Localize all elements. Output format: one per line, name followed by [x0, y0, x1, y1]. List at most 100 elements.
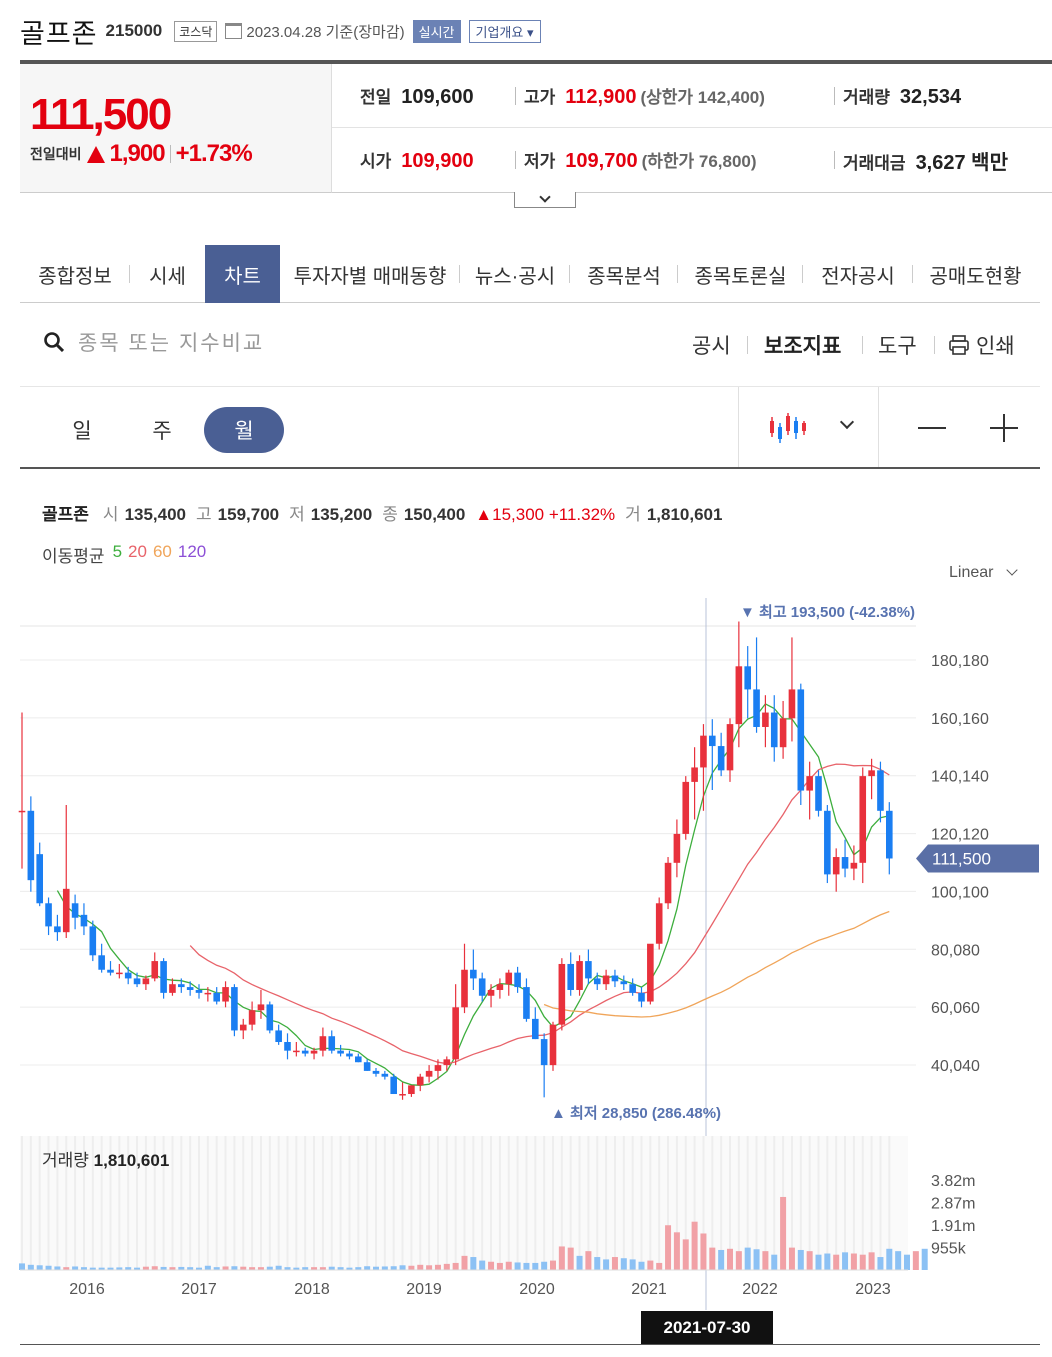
- candle-body: [700, 735, 707, 768]
- candle-body: [762, 712, 769, 727]
- volume-bar: [408, 1265, 415, 1270]
- volume-bar: [72, 1266, 79, 1270]
- candle-body: [355, 1056, 362, 1063]
- tab-4[interactable]: 뉴스·공시: [460, 245, 570, 303]
- tab-3[interactable]: 투자자별 매매동향: [280, 245, 460, 303]
- tab-2[interactable]: 차트: [205, 245, 280, 303]
- volume-bar: [541, 1261, 548, 1270]
- x-tick-label: 2019: [406, 1281, 442, 1298]
- ma60-legend[interactable]: 60: [153, 542, 172, 567]
- candle-body: [310, 1050, 318, 1054]
- volume-bar: [620, 1258, 627, 1270]
- candle-body: [248, 1010, 256, 1025]
- candle-body: [89, 926, 97, 956]
- period-button-0[interactable]: 일: [42, 407, 122, 453]
- change-amount: 1,900: [109, 140, 166, 167]
- candle-body: [434, 1065, 442, 1071]
- volume-bar: [452, 1262, 459, 1270]
- info-high-label: 고: [196, 505, 212, 524]
- search-icon[interactable]: [44, 332, 64, 352]
- volume-bar: [27, 1264, 34, 1270]
- candle-body: [478, 978, 486, 996]
- stat-open: 시가 109,900: [360, 147, 474, 173]
- y-tick-label: 160,160: [931, 711, 989, 728]
- zoom-out-icon[interactable]: [918, 427, 946, 429]
- volume-bar: [470, 1257, 477, 1270]
- volume-bar: [647, 1260, 654, 1270]
- candle-body: [886, 810, 893, 859]
- candlestick-icon[interactable]: [768, 411, 806, 445]
- volume-bar: [594, 1257, 601, 1270]
- tab-8[interactable]: 공매도현황: [913, 245, 1038, 303]
- candle-body: [98, 955, 105, 970]
- candle-body: [399, 1094, 406, 1096]
- volume-bar: [514, 1262, 521, 1270]
- compare-search-input[interactable]: [78, 327, 478, 361]
- period-button-2[interactable]: 월: [204, 407, 284, 453]
- candle-body: [124, 972, 132, 979]
- tab-7[interactable]: 전자공시: [803, 245, 913, 303]
- candle-body: [523, 987, 530, 1019]
- candle-body: [540, 1039, 548, 1066]
- candle-body: [549, 1024, 557, 1066]
- candle-body: [346, 1053, 353, 1057]
- stat-label: 거래량: [843, 87, 890, 107]
- stat-label: 시가: [360, 152, 392, 171]
- info-close: 150,400: [403, 505, 466, 524]
- candle-body: [664, 862, 672, 904]
- volume-bar: [895, 1251, 902, 1270]
- candle-body: [832, 857, 840, 875]
- candle-body: [45, 903, 52, 927]
- stats-row-1: 전일 109,600 고가 112,900 (상한가 142,400) 거래량 …: [332, 64, 1052, 128]
- tab-1[interactable]: 시세: [130, 245, 205, 303]
- tools-button[interactable]: 도구: [878, 330, 917, 360]
- chart-type-dropdown-icon[interactable]: [839, 414, 855, 430]
- volume-bar: [275, 1265, 282, 1270]
- candle-body: [461, 969, 468, 1008]
- volume-bar: [727, 1248, 733, 1270]
- stat-sub: (하한가 76,800): [641, 152, 757, 171]
- volume-tick-label: 1.91m: [931, 1218, 975, 1235]
- ma20-legend[interactable]: 20: [128, 542, 147, 567]
- x-tick-label: 2017: [181, 1281, 217, 1298]
- candle-body: [496, 984, 504, 990]
- company-info-button[interactable]: 기업개요 ▾: [468, 19, 541, 43]
- print-button[interactable]: 인쇄: [976, 330, 1015, 360]
- ma20-line: [189, 763, 890, 1065]
- tab-6[interactable]: 종목토론실: [678, 245, 803, 303]
- volume-bar: [550, 1260, 556, 1270]
- candle-body: [779, 718, 787, 748]
- chart-toolbar: 공시 보조지표 도구 인쇄: [20, 303, 1040, 387]
- indicators-button[interactable]: 보조지표: [764, 330, 841, 360]
- candle-body: [841, 857, 849, 869]
- realtime-button[interactable]: 실시간: [412, 19, 461, 43]
- candle-body: [54, 926, 61, 933]
- candle-body: [62, 888, 70, 933]
- candle-body: [868, 770, 875, 777]
- candle-body: [257, 1004, 265, 1011]
- tab-5[interactable]: 종목분석: [570, 245, 678, 303]
- moving-average-legend: 이동평균 5 20 60 120: [42, 542, 206, 567]
- ma5-legend[interactable]: 5: [113, 542, 122, 567]
- volume-bar: [523, 1262, 530, 1270]
- candle-body: [877, 770, 884, 811]
- candle-body: [815, 776, 822, 811]
- volume-bar: [443, 1263, 450, 1270]
- tab-0[interactable]: 종합정보: [20, 245, 130, 303]
- candle-body: [655, 903, 663, 944]
- volume-bar: [532, 1262, 539, 1270]
- print-icon[interactable]: [948, 334, 970, 356]
- candle-body: [293, 1050, 300, 1053]
- volume-tick-label: 3.82m: [931, 1173, 975, 1190]
- period-button-1[interactable]: 주: [122, 407, 202, 453]
- change-percent: +1.73%: [175, 140, 253, 167]
- disclosure-button[interactable]: 공시: [692, 330, 731, 360]
- scale-dropdown[interactable]: Linear: [949, 564, 993, 582]
- expand-toggle[interactable]: [514, 191, 576, 208]
- volume-bar: [638, 1261, 645, 1270]
- price-chart[interactable]: 180,180 160,160 140,140 120,120 100,100 80,08…: [0, 590, 1052, 1310]
- ma120-legend[interactable]: 120: [178, 542, 206, 567]
- candle-body: [195, 989, 203, 993]
- stat-high: 고가 112,900 (상한가 142,400): [524, 83, 765, 109]
- volume-bar: [771, 1254, 778, 1270]
